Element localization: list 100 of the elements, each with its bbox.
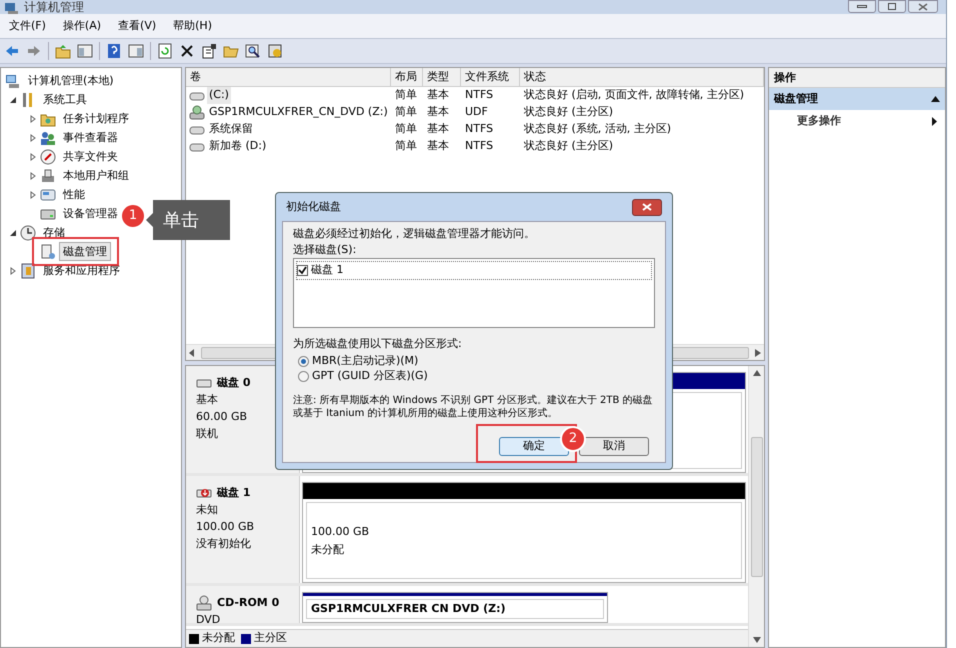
disk-detail: 没有初始化	[196, 536, 252, 552]
checkbox[interactable]	[297, 264, 308, 276]
tree-item[interactable]: 磁盘管理	[59, 242, 111, 261]
window-title: 计算机管理	[24, 1, 84, 14]
tree-item[interactable]: 计算机管理(本地)	[24, 71, 118, 90]
table-cell-text: NTFS	[464, 138, 494, 154]
table-cell[interactable]: 新加卷 (D:)	[207, 138, 268, 155]
expand-icon[interactable]	[29, 152, 37, 160]
actions-section-header[interactable]: 磁盘管理	[769, 88, 945, 110]
vertical-scrollbar[interactable]	[748, 366, 764, 647]
dialog-button[interactable]: 取消	[579, 437, 649, 456]
collapse-icon[interactable]	[9, 228, 17, 236]
volume-icon	[189, 90, 205, 100]
table-cell-text: NTFS	[464, 87, 494, 104]
expand-icon[interactable]	[29, 172, 37, 180]
users-icon	[40, 130, 56, 146]
close-icon	[642, 203, 652, 211]
table-cell-text: 状态良好 (主分区)	[523, 138, 614, 154]
callout-pointer	[146, 213, 153, 227]
menu-item[interactable]: 查看(V)	[118, 18, 156, 34]
radio-label: GPT (GUID 分区表)(G)	[312, 368, 428, 384]
callout: 单击	[153, 200, 230, 240]
actions-title: 操作	[769, 68, 945, 88]
expand-icon[interactable]	[29, 134, 37, 142]
clock-icon	[20, 224, 36, 240]
log-icon	[20, 262, 36, 278]
table-cell-text: 状态良好 (启动, 页面文件, 故障转储, 主分区)	[523, 87, 746, 104]
table-cell-text: 简单	[394, 87, 418, 104]
back-arrow-icon[interactable]	[4, 43, 20, 59]
tree-item[interactable]: 事件查看器	[59, 128, 122, 147]
disk-list[interactable]: 磁盘 1	[293, 258, 655, 328]
scroll-right-icon[interactable]	[755, 348, 761, 356]
partition-label: GSP1RMCULXFRER CN DVD (Z:)	[311, 601, 507, 617]
properties-icon[interactable]	[201, 43, 217, 59]
partition-size: 100.00 GB	[311, 524, 370, 540]
tree-item[interactable]: 性能	[59, 185, 89, 204]
menu-item[interactable]: 操作(A)	[62, 18, 102, 34]
table-cell-text: 基本	[426, 104, 450, 120]
scroll-up-icon[interactable]	[752, 370, 760, 376]
disk-name: CD-ROM 0	[217, 595, 280, 611]
column-header[interactable]: 文件系统	[461, 68, 520, 86]
menu-item[interactable]: 帮助(H)	[173, 18, 212, 34]
refresh-icon[interactable]	[157, 43, 173, 59]
radio-button[interactable]	[298, 371, 309, 382]
radio-label: MBR(主启动记录)(M)	[312, 353, 418, 370]
table-cell-text: 基本	[426, 87, 450, 104]
table-cell[interactable]: 系统保留	[207, 121, 255, 138]
forward-arrow-icon[interactable]	[26, 43, 42, 59]
close-button[interactable]	[908, 0, 938, 13]
minimize-button[interactable]	[848, 0, 876, 13]
column-header[interactable]: 卷	[186, 68, 391, 86]
disk-detail: 基本	[196, 392, 219, 408]
column-header[interactable]: 布局	[391, 68, 423, 86]
table-cell-text: 基本	[426, 121, 450, 138]
table-cell-text: 基本	[426, 138, 450, 154]
submenu-arrow-icon	[932, 116, 937, 126]
expand-icon[interactable]	[29, 114, 37, 122]
expand-icon[interactable]	[29, 190, 37, 198]
partition-label: 未分配	[311, 542, 345, 558]
radio-button[interactable]	[298, 356, 309, 367]
disk-detail: 未知	[196, 502, 219, 518]
scroll-down-icon[interactable]	[752, 637, 760, 643]
table-cell-text: 简单	[394, 104, 418, 120]
table-cell[interactable]: GSP1RMCULXFRER_CN_DVD (Z:)	[207, 104, 390, 121]
column-header[interactable]: 类型	[423, 68, 461, 86]
table-cell-text: 简单	[394, 121, 418, 138]
storage-icon	[40, 186, 56, 202]
column-header[interactable]: 状态	[520, 68, 764, 86]
partition-block[interactable]: 100.00 GB 未分配	[302, 482, 746, 583]
help-icon[interactable]	[106, 43, 122, 59]
search-icon[interactable]	[245, 43, 261, 59]
tree-item[interactable]: 任务计划程序	[59, 109, 133, 128]
folder-up-icon[interactable]	[55, 43, 71, 59]
close-button[interactable]	[632, 198, 662, 216]
collapse-icon[interactable]	[9, 96, 17, 104]
tree-item[interactable]: 共享文件夹	[59, 147, 122, 166]
dialog-button[interactable]: 确定	[499, 437, 569, 456]
table-cell-text: 状态良好 (系统, 活动, 主分区)	[523, 121, 672, 138]
cd-drive-icon	[196, 594, 212, 610]
table-cell-text: 状态良好 (主分区)	[523, 104, 614, 120]
table-cell-text: 简单	[394, 138, 418, 154]
table-cell-text: NTFS	[464, 121, 494, 138]
tree-item[interactable]: 系统工具	[39, 90, 91, 109]
tree-item[interactable]: 本地用户和组	[59, 166, 133, 185]
tree-item[interactable]: 设备管理器	[59, 204, 122, 223]
tree-item[interactable]: 存储	[39, 223, 69, 242]
scroll-left-icon[interactable]	[189, 348, 195, 356]
table-cell[interactable]: (C:)	[207, 87, 231, 104]
dialog-title: 初始化磁盘	[286, 198, 341, 215]
collapse-icon	[931, 96, 940, 102]
panel-icon[interactable]	[77, 43, 93, 59]
partition-block[interactable]: GSP1RMCULXFRER CN DVD (Z:)	[302, 592, 608, 623]
optical-drive-icon	[189, 104, 205, 120]
action-link[interactable]: 更多操作	[797, 112, 841, 130]
panel-icon[interactable]	[128, 43, 144, 59]
expand-icon[interactable]	[9, 266, 17, 274]
menu-item[interactable]: 文件(F)	[9, 18, 46, 34]
volume-icon	[189, 124, 205, 134]
maximize-button[interactable]	[878, 0, 906, 13]
delete-icon[interactable]	[179, 43, 195, 59]
